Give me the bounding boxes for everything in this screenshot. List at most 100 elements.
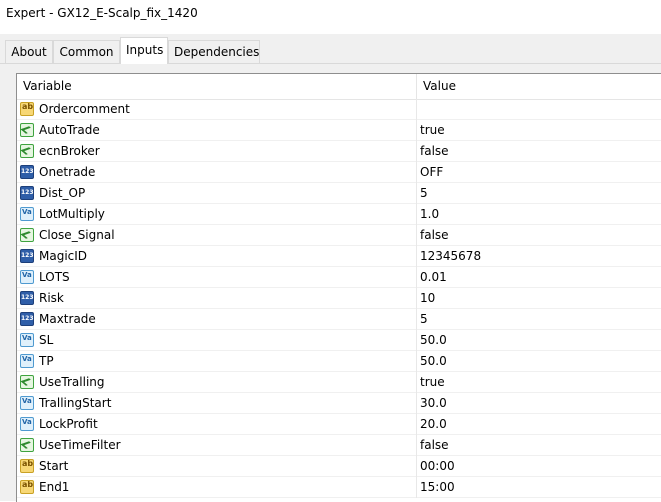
variable-value[interactable]: OFF bbox=[420, 165, 443, 179]
variable-value[interactable]: 50.0 bbox=[420, 333, 447, 347]
table-row[interactable]: TP 50.0 bbox=[17, 351, 661, 372]
tab-common[interactable]: Common bbox=[53, 40, 120, 63]
double-icon bbox=[20, 333, 34, 347]
cell-separator bbox=[416, 351, 417, 372]
double-icon bbox=[20, 207, 34, 221]
variable-value[interactable]: 5 bbox=[420, 186, 428, 200]
column-header-variable[interactable]: Variable bbox=[23, 79, 72, 93]
variable-value[interactable]: 00:00 bbox=[420, 459, 455, 473]
cell-separator bbox=[416, 372, 417, 393]
variable-name: ecnBroker bbox=[39, 144, 100, 158]
cell-separator bbox=[416, 288, 417, 309]
cell-separator bbox=[416, 309, 417, 330]
cell-separator bbox=[416, 141, 417, 162]
grid-rows: Ordercomment AutoTrade true ecnBroker false O… bbox=[17, 99, 661, 498]
bool-icon bbox=[20, 228, 34, 242]
variable-value[interactable]: false bbox=[420, 438, 449, 452]
double-icon bbox=[20, 354, 34, 368]
cell-separator bbox=[416, 162, 417, 183]
variable-name: MagicID bbox=[39, 249, 88, 263]
variable-value[interactable]: 1.0 bbox=[420, 207, 439, 221]
cell-separator bbox=[416, 267, 417, 288]
variable-name: End1 bbox=[39, 480, 70, 494]
cell-separator bbox=[416, 99, 417, 120]
int-icon bbox=[20, 312, 34, 326]
variable-name: LockProfit bbox=[39, 417, 98, 431]
variable-value[interactable]: 5 bbox=[420, 312, 428, 326]
cell-separator bbox=[416, 477, 417, 498]
column-header-value[interactable]: Value bbox=[423, 79, 456, 93]
table-row[interactable]: ecnBroker false bbox=[17, 141, 661, 162]
variable-name: LotMultiply bbox=[39, 207, 105, 221]
table-row[interactable]: Close_Signal false bbox=[17, 225, 661, 246]
variable-value[interactable]: 0.01 bbox=[420, 270, 447, 284]
table-row[interactable]: LockProfit 20.0 bbox=[17, 414, 661, 435]
cell-separator bbox=[416, 246, 417, 267]
variable-name: Start bbox=[39, 459, 69, 473]
double-icon bbox=[20, 417, 34, 431]
bool-icon bbox=[20, 438, 34, 452]
string-icon bbox=[20, 102, 34, 116]
variable-name: LOTS bbox=[39, 270, 70, 284]
cell-separator bbox=[416, 456, 417, 477]
variable-value[interactable]: 15:00 bbox=[420, 480, 455, 494]
variable-name: TrallingStart bbox=[39, 396, 112, 410]
variable-name: SL bbox=[39, 333, 54, 347]
table-row[interactable]: SL 50.0 bbox=[17, 330, 661, 351]
double-icon bbox=[20, 396, 34, 410]
table-row[interactable]: Maxtrade 5 bbox=[17, 309, 661, 330]
string-icon bbox=[20, 480, 34, 494]
table-row[interactable]: Dist_OP 5 bbox=[17, 183, 661, 204]
bool-icon bbox=[20, 123, 34, 137]
table-row[interactable]: Start 00:00 bbox=[17, 456, 661, 477]
tab-inputs[interactable]: Inputs bbox=[120, 37, 168, 64]
column-separator[interactable] bbox=[416, 74, 417, 99]
double-icon bbox=[20, 270, 34, 284]
cell-separator bbox=[416, 330, 417, 351]
bool-icon bbox=[20, 375, 34, 389]
tab-dependencies[interactable]: Dependencies bbox=[168, 40, 260, 63]
table-row[interactable]: End1 15:00 bbox=[17, 477, 661, 498]
table-row[interactable]: LOTS 0.01 bbox=[17, 267, 661, 288]
int-icon bbox=[20, 186, 34, 200]
table-row[interactable]: MagicID 12345678 bbox=[17, 246, 661, 267]
variable-value[interactable]: 50.0 bbox=[420, 354, 447, 368]
table-row[interactable]: Onetrade OFF bbox=[17, 162, 661, 183]
tab-about[interactable]: About bbox=[5, 40, 53, 63]
variable-name: Maxtrade bbox=[39, 312, 96, 326]
table-row[interactable]: LotMultiply 1.0 bbox=[17, 204, 661, 225]
variable-value[interactable]: 10 bbox=[420, 291, 435, 305]
variable-name: AutoTrade bbox=[39, 123, 100, 137]
window-title: Expert - GX12_E-Scalp_fix_1420 bbox=[6, 6, 198, 20]
variable-name: Ordercomment bbox=[39, 102, 130, 116]
table-row[interactable]: UseTimeFilter false bbox=[17, 435, 661, 456]
table-row[interactable]: AutoTrade true bbox=[17, 120, 661, 141]
table-row[interactable]: Ordercomment bbox=[17, 99, 661, 120]
cell-separator bbox=[416, 393, 417, 414]
variable-name: Risk bbox=[39, 291, 64, 305]
table-row[interactable]: UseTralling true bbox=[17, 372, 661, 393]
variable-name: Close_Signal bbox=[39, 228, 115, 242]
cell-separator bbox=[416, 414, 417, 435]
cell-separator bbox=[416, 225, 417, 246]
variable-value[interactable]: true bbox=[420, 123, 445, 137]
grid-header: Variable Value bbox=[17, 74, 661, 100]
variable-value[interactable]: 30.0 bbox=[420, 396, 447, 410]
variable-name: Onetrade bbox=[39, 165, 96, 179]
variable-value[interactable]: false bbox=[420, 228, 449, 242]
variable-value[interactable]: true bbox=[420, 375, 445, 389]
variable-value[interactable]: 20.0 bbox=[420, 417, 447, 431]
table-row[interactable]: TrallingStart 30.0 bbox=[17, 393, 661, 414]
variable-name: UseTralling bbox=[39, 375, 105, 389]
int-icon bbox=[20, 165, 34, 179]
string-icon bbox=[20, 459, 34, 473]
table-row[interactable]: Risk 10 bbox=[17, 288, 661, 309]
cell-separator bbox=[416, 120, 417, 141]
variable-name: TP bbox=[39, 354, 54, 368]
inputs-grid: Variable Value Ordercomment AutoTrade true… bbox=[16, 73, 661, 502]
variable-value[interactable]: 12345678 bbox=[420, 249, 481, 263]
int-icon bbox=[20, 291, 34, 305]
cell-separator bbox=[416, 183, 417, 204]
cell-separator bbox=[416, 435, 417, 456]
variable-value[interactable]: false bbox=[420, 144, 449, 158]
